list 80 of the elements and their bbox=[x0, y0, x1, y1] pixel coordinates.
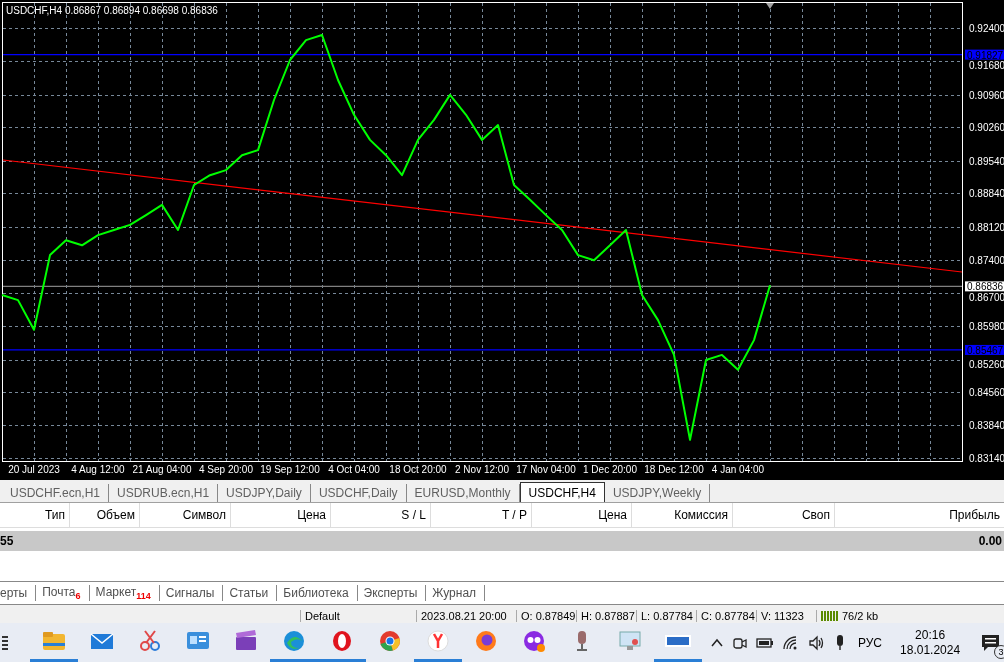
column-header[interactable]: Символ bbox=[140, 503, 231, 527]
microphone-icon[interactable] bbox=[834, 633, 846, 652]
date-tick: 4 Sep 20:00 bbox=[199, 464, 253, 475]
price-tick: 0.87400 bbox=[969, 255, 1004, 267]
chart-tab[interactable]: USDRUB.ecn,H1 bbox=[109, 484, 219, 502]
price-tick: 0.84560 bbox=[969, 387, 1004, 399]
chart-title: USDCHF,H4 0.86867 0.86894 0.86698 0.86836 bbox=[6, 5, 218, 16]
terminal-tab[interactable]: Журнал bbox=[432, 585, 486, 601]
price-label: 0.86836 bbox=[965, 281, 1004, 293]
chart-tab[interactable]: USDJPY,Weekly bbox=[604, 484, 711, 502]
terminal-tab[interactable]: Эксперты bbox=[363, 585, 427, 601]
chart-tab[interactable]: EURUSD,Monthly bbox=[406, 484, 520, 502]
price-tick: 0.90960 bbox=[969, 89, 1004, 101]
column-header[interactable]: Цена bbox=[231, 503, 331, 527]
battery-icon[interactable] bbox=[756, 635, 774, 650]
price-tick: 0.91680 bbox=[969, 60, 1004, 72]
notification-count: 3 bbox=[994, 644, 1004, 659]
browser-icon bbox=[473, 628, 499, 654]
date-tick: 17 Nov 04:00 bbox=[516, 464, 576, 475]
terminal-tab[interactable]: Почта$_{6}$ bbox=[42, 585, 90, 601]
column-header[interactable]: Прибыль bbox=[835, 503, 1004, 527]
column-header[interactable]: Объем bbox=[70, 503, 140, 527]
terminal-tab[interactable]: ерты bbox=[0, 585, 37, 601]
connection-bars-icon bbox=[821, 611, 839, 621]
date-tick: 21 Aug 04:00 bbox=[132, 464, 192, 475]
column-header[interactable]: S / L bbox=[331, 503, 431, 527]
terminal-tab[interactable]: Статьи bbox=[229, 585, 278, 601]
browser-icon bbox=[425, 628, 451, 654]
date-tick: 1 Dec 20:00 bbox=[583, 464, 637, 475]
terminal-tab[interactable]: Сигналы bbox=[165, 585, 224, 601]
price-label: 0.85467 bbox=[965, 344, 1004, 356]
date-tick: 4 Aug 12:00 bbox=[71, 464, 125, 475]
price-tick: 0.83840 bbox=[969, 420, 1004, 432]
price-tick: 0.90260 bbox=[969, 122, 1004, 134]
price-tick: 0.83140 bbox=[969, 453, 1004, 464]
column-header[interactable]: Тип bbox=[0, 503, 70, 527]
chart-tab[interactable]: USDCHF,Daily bbox=[310, 484, 407, 502]
status-field: 76/2 kb bbox=[816, 610, 1004, 622]
price-tick: 0.88840 bbox=[969, 188, 1004, 200]
date-tick: 4 Jan 04:00 bbox=[711, 464, 765, 475]
language-indicator[interactable]: РУС bbox=[858, 635, 883, 650]
status-field: 2023.08.21 20:00 bbox=[416, 610, 516, 622]
column-header[interactable]: Комиссия bbox=[632, 503, 733, 527]
price-tick: 0.92400 bbox=[969, 23, 1004, 34]
scissors-icon bbox=[137, 628, 163, 654]
speaker-icon[interactable] bbox=[808, 634, 826, 651]
status-field: H: 0.87887 bbox=[576, 610, 636, 622]
status-field: V: 11323 bbox=[756, 610, 816, 622]
table-cell: 55 bbox=[0, 534, 14, 548]
browser-icon bbox=[521, 628, 547, 654]
price-tick: 0.85260 bbox=[969, 358, 1004, 370]
status-field: C: 0.87784 bbox=[696, 610, 756, 622]
shift-marker-icon[interactable] bbox=[766, 3, 774, 9]
status-field: L: 0.87784 bbox=[636, 610, 696, 622]
chart-tab[interactable]: USDJPY,Daily bbox=[218, 484, 311, 502]
date-tick: 19 Sep 12:00 bbox=[260, 464, 320, 475]
chart-tab[interactable]: USDCHF,H4 bbox=[519, 482, 605, 502]
date-tick: 4 Oct 04:00 bbox=[328, 464, 380, 475]
status-field: O: 0.87849 bbox=[516, 610, 576, 622]
price-label: 0.91827 bbox=[965, 49, 1004, 61]
column-header[interactable]: Цена bbox=[532, 503, 632, 527]
date-tick: 20 Jul 2023 bbox=[8, 464, 60, 475]
table-cell-text: 0.00 bbox=[978, 534, 1003, 548]
price-tick: 0.86700 bbox=[969, 291, 1004, 303]
date-tick: 2 Nov 12:00 bbox=[455, 464, 509, 475]
grip-icon[interactable] bbox=[2, 635, 8, 650]
price-tick: 0.85980 bbox=[969, 321, 1004, 333]
terminal-tab[interactable]: Библиотека bbox=[283, 585, 358, 601]
chart-tab[interactable]: USDCHF.ecn,H1 bbox=[2, 484, 110, 502]
browser-icon bbox=[281, 628, 307, 654]
price-tick: 0.88120 bbox=[969, 221, 1004, 233]
status-field: Default bbox=[300, 610, 416, 622]
browser-icon bbox=[377, 628, 403, 654]
column-header[interactable]: T / P bbox=[431, 503, 532, 527]
price-tick: 0.89540 bbox=[969, 155, 1004, 167]
date-tick: 18 Oct 20:00 bbox=[389, 464, 447, 475]
column-header[interactable]: Своп bbox=[733, 503, 835, 527]
clock[interactable]: 20:16 18.01.2024 bbox=[894, 627, 967, 658]
terminal-tab[interactable]: Маркет$_{114}$ bbox=[95, 585, 160, 601]
date-tick: 18 Dec 12:00 bbox=[644, 464, 704, 475]
